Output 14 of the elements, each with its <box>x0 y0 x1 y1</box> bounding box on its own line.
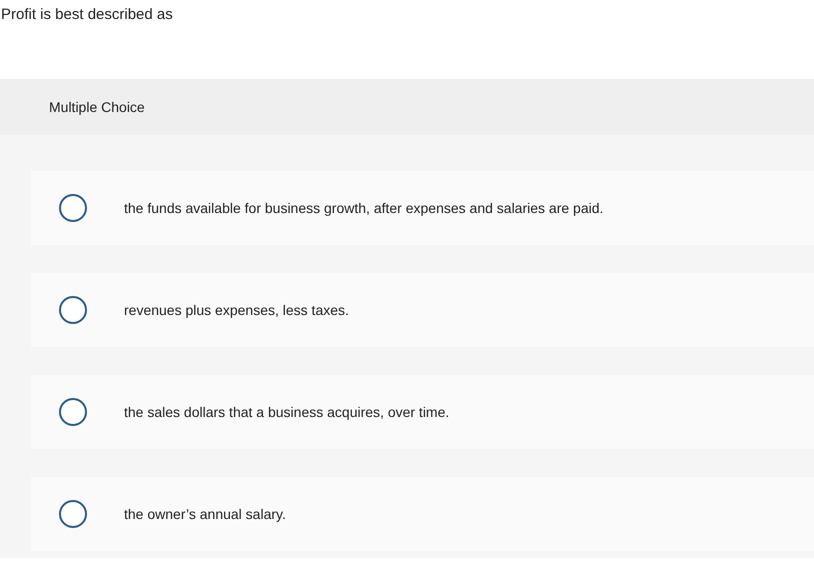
question-type-label: Multiple Choice <box>49 99 145 115</box>
answer-text: the funds available for business growth, after expenses and salaries are paid. <box>124 200 604 216</box>
radio-button[interactable] <box>59 296 87 324</box>
question-text: Profit is best described as <box>0 5 174 25</box>
radio-button[interactable] <box>59 500 87 528</box>
answer-text: the owner’s annual salary. <box>124 506 286 522</box>
answer-option[interactable]: the funds available for business growth, after expenses and salaries are paid. <box>31 171 814 245</box>
answer-option[interactable]: the sales dollars that a business acquires, over time. <box>31 375 814 449</box>
answer-text: revenues plus expenses, less taxes. <box>124 302 349 318</box>
answer-option[interactable]: the owner’s annual salary. <box>31 477 814 551</box>
answer-text: the sales dollars that a business acquires, over time. <box>124 404 450 420</box>
radio-button[interactable] <box>59 398 87 426</box>
radio-button[interactable] <box>59 194 87 222</box>
answer-option[interactable]: revenues plus expenses, less taxes. <box>31 273 814 347</box>
